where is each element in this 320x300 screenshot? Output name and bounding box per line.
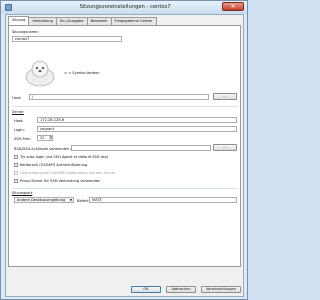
session-preferences-window: Sitzungsvoreinstellungen - centos7 ✕ Sit… (0, 0, 248, 300)
tab-shared-folders[interactable]: Freigegebene Ordner (110, 17, 157, 25)
ssh-port-spinbox[interactable]: 22 ▲ ▼ (37, 135, 53, 141)
spin-arrows-icon[interactable]: ▲ ▼ (49, 136, 52, 140)
cancel-button[interactable]: Abbrechen (166, 286, 196, 293)
ssh-port-label: SSH-Port: (14, 137, 31, 141)
session-type-value: Andere Desktopumgebung (17, 198, 66, 202)
path-label: Host: (12, 96, 22, 100)
tab-network[interactable]: Netzwerk (86, 17, 112, 25)
session-tab-panel: Sitzungsname: centos7 < < Symbol ändern … (8, 25, 241, 267)
separator (12, 106, 238, 107)
tab-connection[interactable]: Verbindung (28, 17, 57, 25)
tab-session[interactable]: Sitzung (8, 16, 30, 25)
dialog-client-area: Sitzung Verbindung Ein-/Ausgabe Netzwerk… (5, 14, 244, 297)
server-host-field[interactable]: 172.28.128.6 (37, 117, 237, 123)
server-section-title: Server (12, 110, 24, 114)
session-type-select[interactable]: Andere Desktopumgebung ▼ (14, 197, 74, 203)
path-browse-button[interactable]: ... (213, 93, 237, 100)
chevron-down-icon[interactable]: ▼ (70, 198, 72, 202)
auto-login-checkbox[interactable]: Try auto login (via SSH Agent or default… (14, 155, 108, 159)
separator (12, 188, 238, 189)
gssapi-delegation-label: Übertragung der GSSAPI Legitimation auf … (20, 171, 116, 175)
session-name-field[interactable]: centos7 (12, 36, 122, 42)
path-field[interactable]: / (29, 94, 209, 100)
checkbox-box[interactable] (14, 179, 18, 183)
resize-grip-icon[interactable]: ⋰ (238, 291, 242, 295)
kerberos-label: Kerberos5 (GSSAPI) Authentifizierung (20, 163, 88, 167)
gssapi-delegation-checkbox: Übertragung der GSSAPI Legitimation auf … (14, 171, 115, 175)
seal-icon[interactable] (23, 59, 57, 88)
auto-login-label: Try auto login (via SSH Agent or default… (20, 155, 109, 159)
session-type-title: Sitzungsart (12, 191, 33, 195)
command-label: Befehl: (77, 199, 90, 203)
command-field[interactable]: MATE (89, 197, 237, 203)
session-name-label: Sitzungsname: (12, 30, 39, 34)
tab-io[interactable]: Ein-/Ausgabe (55, 17, 88, 25)
ok-button[interactable]: OK (131, 286, 161, 293)
checkbox-box (14, 171, 18, 175)
close-button[interactable]: ✕ (222, 2, 244, 11)
title-bar[interactable]: Sitzungsvoreinstellungen - centos7 ✕ (1, 1, 247, 14)
checkbox-box[interactable] (14, 155, 18, 159)
ssh-proxy-checkbox[interactable]: Proxy-Server für SSH-Verbindung verwende… (14, 179, 100, 183)
rsa-key-field[interactable] (71, 145, 211, 151)
checkbox-box[interactable] (14, 163, 18, 167)
defaults-button[interactable]: Voreinstellungen (201, 286, 241, 293)
rsa-key-browse-button[interactable]: ... (213, 144, 237, 151)
ssh-port-value: 22 (40, 136, 45, 140)
server-login-field[interactable]: vagrant (37, 126, 237, 132)
window-title: Sitzungsvoreinstellungen - centos7 (79, 4, 171, 10)
server-login-label: Login: (14, 128, 25, 132)
change-symbol-label[interactable]: < < Symbol ändern (64, 71, 100, 75)
server-host-label: Host: (14, 119, 24, 123)
tab-bar: Sitzung Verbindung Ein-/Ausgabe Netzwerk… (8, 16, 157, 25)
kerberos-checkbox[interactable]: Kerberos5 (GSSAPI) Authentifizierung (14, 163, 87, 167)
ssh-proxy-label: Proxy-Server für SSH-Verbindung verwende… (20, 179, 101, 183)
